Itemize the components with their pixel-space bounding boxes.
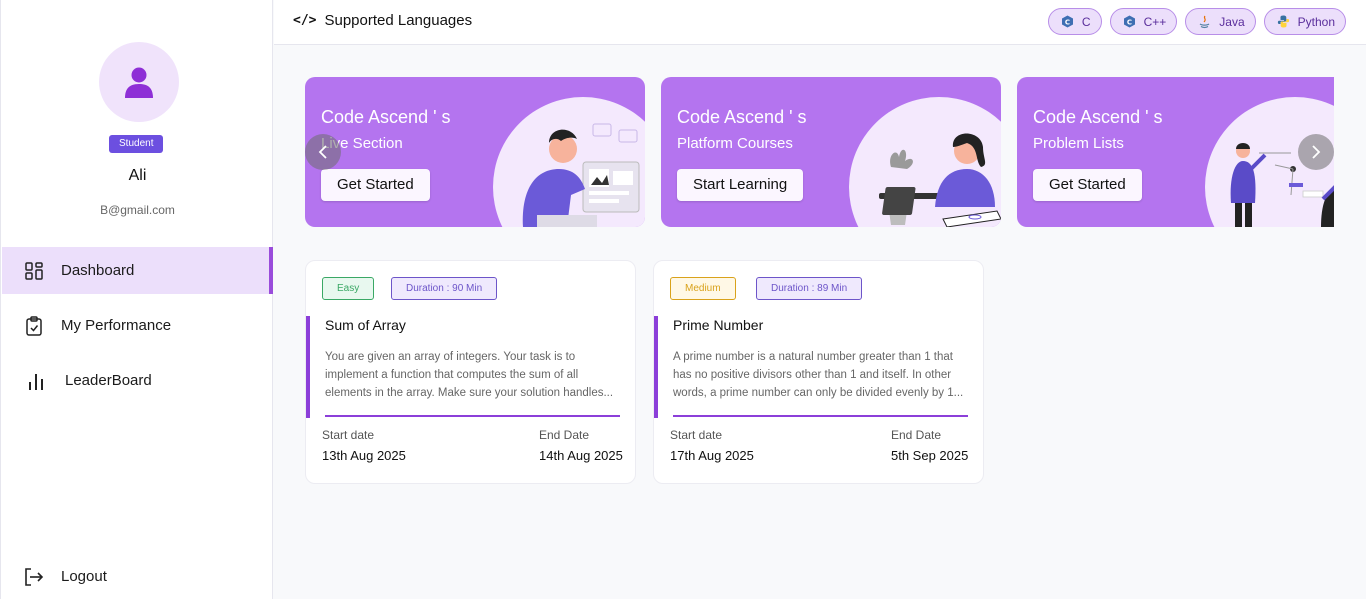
problem-card[interactable]: Medium Duration : 89 Min Prime Number A … — [653, 260, 984, 484]
lang-chip-python[interactable]: Python — [1263, 8, 1346, 35]
clipboard-check-icon — [22, 314, 46, 338]
dashboard-icon — [22, 259, 46, 283]
bar-chart-icon — [24, 369, 48, 393]
lang-chip-cpp-label: C++ — [1143, 14, 1167, 29]
get-started-button[interactable]: Get Started — [1033, 169, 1142, 201]
problem-card[interactable]: Easy Duration : 90 Min Sum of Array You … — [305, 260, 636, 484]
lang-chip-c[interactable]: C C — [1047, 8, 1102, 35]
banner-title: Code Ascend ' s — [1033, 107, 1163, 127]
person-laptop-illustration — [522, 123, 640, 227]
duration-badge: Duration : 89 Min — [756, 277, 863, 300]
banner-subtitle: Problem Lists — [1033, 135, 1124, 152]
carousel-next-button[interactable] — [1298, 134, 1334, 170]
lang-chip-c-label: C — [1081, 14, 1091, 29]
start-date-label: Start date — [322, 428, 375, 442]
svg-text:C: C — [1065, 18, 1070, 26]
code-icon: </> — [293, 13, 317, 28]
end-date-label: End Date — [539, 428, 590, 442]
start-date-value: 13th Aug 2025 — [322, 448, 406, 463]
lang-chip-cpp[interactable]: C C++ — [1109, 8, 1178, 35]
java-icon — [1198, 15, 1211, 28]
difficulty-badge: Medium — [670, 277, 736, 300]
person-drawing-tablet-illustration — [879, 133, 1001, 227]
nav-my-performance[interactable]: My Performance — [2, 302, 273, 349]
nav-my-performance-label: My Performance — [61, 317, 172, 334]
problem-description: A prime number is a natural number great… — [673, 351, 964, 399]
sidebar: Student Ali B@gmail.com Dashboard My Per… — [0, 0, 273, 599]
card-divider — [673, 415, 968, 417]
get-started-button[interactable]: Get Started — [321, 169, 430, 201]
page-title: </> Supported Languages — [293, 12, 472, 29]
nav-leaderboard-label: LeaderBoard — [65, 372, 152, 389]
chevron-left-icon — [318, 145, 327, 159]
svg-text:C: C — [1127, 18, 1132, 26]
banner-title: Code Ascend ' s — [321, 107, 451, 127]
duration-badge: Duration : 90 Min — [391, 277, 498, 300]
banner-problem-lists[interactable]: Code Ascend ' s Problem Lists Get Starte… — [1017, 77, 1334, 227]
end-date-value: 14th Aug 2025 — [539, 448, 623, 463]
user-email: B@gmail.com — [100, 203, 175, 217]
user-icon — [125, 67, 153, 98]
chevron-right-icon — [1312, 145, 1321, 159]
role-badge: Student — [109, 135, 164, 153]
cpp-lang-icon: C — [1123, 15, 1136, 28]
card-accent-bar — [306, 316, 310, 418]
logout-button[interactable]: Logout — [2, 553, 273, 599]
lang-chip-java[interactable]: Java — [1185, 8, 1256, 35]
python-icon — [1277, 15, 1290, 28]
page-title-text: Supported Languages — [324, 12, 473, 29]
card-accent-bar — [654, 316, 658, 418]
end-date-value: 5th Sep 2025 — [891, 448, 969, 463]
nav-dashboard[interactable]: Dashboard — [2, 247, 273, 294]
logout-icon — [22, 565, 46, 589]
difficulty-badge: Easy — [322, 277, 375, 300]
end-date-label: End Date — [891, 428, 942, 442]
problem-description: You are given an array of integers. Your… — [325, 351, 614, 399]
nav-leaderboard[interactable]: LeaderBoard — [2, 357, 273, 404]
c-lang-icon: C — [1061, 15, 1074, 28]
banner-title: Code Ascend ' s — [677, 107, 807, 127]
banner-live-section[interactable]: Code Ascend ' s Live Section Get Started — [305, 77, 645, 227]
banner-platform-courses[interactable]: Code Ascend ' s Platform Courses Start L… — [661, 77, 1001, 227]
problem-title: Sum of Array — [325, 317, 406, 333]
nav-dashboard-label: Dashboard — [61, 262, 135, 279]
start-date-value: 17th Aug 2025 — [670, 448, 754, 463]
start-date-label: Start date — [670, 428, 723, 442]
lang-chip-java-label: Java — [1219, 14, 1245, 29]
start-learning-button[interactable]: Start Learning — [677, 169, 804, 201]
top-header: </> Supported Languages C C C C++ Java P… — [274, 0, 1366, 45]
user-name: Ali — [128, 167, 147, 184]
logout-label: Logout — [61, 568, 107, 585]
banner-carousel: Code Ascend ' s Live Section Get Started… — [305, 77, 1334, 227]
language-chips: C C C C++ Java Python — [1047, 8, 1346, 35]
lang-chip-python-label: Python — [1297, 14, 1335, 29]
avatar — [99, 42, 179, 122]
problem-title: Prime Number — [673, 317, 764, 333]
carousel-prev-button[interactable] — [305, 134, 341, 170]
card-divider — [325, 415, 620, 417]
banner-subtitle: Platform Courses — [677, 135, 793, 152]
